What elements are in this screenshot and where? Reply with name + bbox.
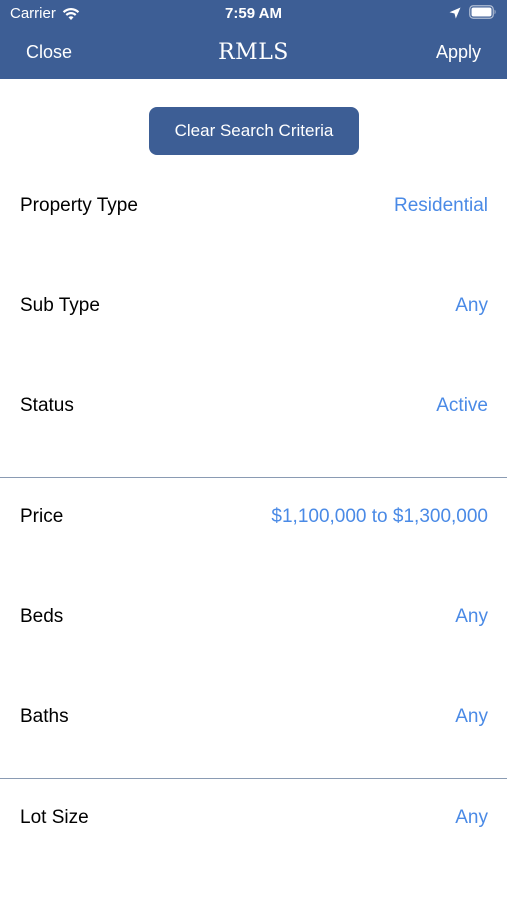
status-label: Status [20, 395, 74, 416]
sub-type-value: Any [455, 295, 488, 316]
row-property-type[interactable]: Property Type Residential [0, 167, 507, 267]
property-type-value: Residential [394, 195, 488, 216]
row-beds[interactable]: Beds Any [0, 578, 507, 678]
rmls-logo: RMLS [218, 40, 289, 65]
header: Carrier 7:59 AM Close RMLS Apply [0, 0, 507, 79]
property-type-label: Property Type [20, 195, 138, 216]
clear-criteria-section: Clear Search Criteria [0, 79, 507, 177]
status-right [449, 5, 497, 19]
beds-value: Any [455, 606, 488, 627]
status-bar: Carrier 7:59 AM [0, 0, 507, 28]
nav-bar: Close RMLS Apply [0, 28, 507, 79]
row-price[interactable]: Price $1,100,000 to $1,300,000 [0, 478, 507, 578]
clock: 7:59 AM [225, 5, 282, 22]
search-filter-screen: Carrier 7:59 AM Close RMLS Apply Clear S… [0, 0, 507, 900]
sub-type-label: Sub Type [20, 295, 100, 316]
apply-button[interactable]: Apply [436, 42, 481, 63]
status-value: Active [436, 395, 488, 416]
price-value: $1,100,000 to $1,300,000 [271, 506, 488, 527]
row-baths[interactable]: Baths Any [0, 678, 507, 778]
location-arrow-icon [449, 6, 461, 19]
price-label: Price [20, 506, 64, 527]
baths-value: Any [455, 706, 488, 727]
lot-size-label: Lot Size [20, 807, 89, 828]
lot-size-value: Any [455, 807, 488, 828]
battery-icon [469, 5, 497, 19]
beds-label: Beds [20, 606, 64, 627]
row-sub-type[interactable]: Sub Type Any [0, 267, 507, 367]
row-lot-size[interactable]: Lot Size Any [0, 779, 507, 879]
baths-label: Baths [20, 706, 69, 727]
clear-search-criteria-button[interactable]: Clear Search Criteria [149, 107, 359, 155]
row-status[interactable]: Status Active [0, 367, 507, 467]
